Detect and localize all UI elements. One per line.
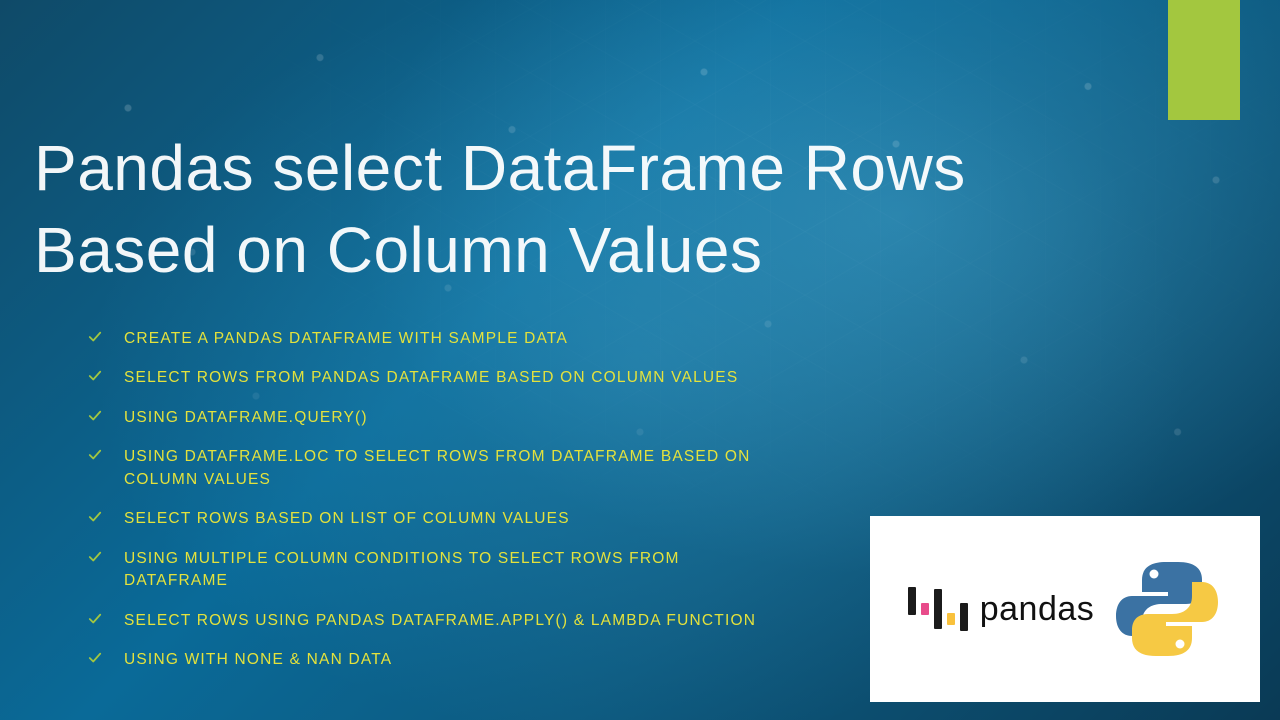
bullet-item: USING DATAFRAME.LOC TO SELECT ROWS FROM …: [88, 446, 908, 491]
checkmark-icon: [88, 550, 104, 566]
title-line-1: Pandas select DataFrame Rows: [34, 132, 966, 204]
accent-bar: [1168, 0, 1240, 120]
bullet-text: USING DATAFRAME.QUERY(): [124, 407, 368, 429]
bullet-text: SELECT ROWS USING PANDAS DATAFRAME.APPLY…: [124, 610, 756, 632]
bullet-item: CREATE A PANDAS DATAFRAME WITH SAMPLE DA…: [88, 328, 908, 350]
checkmark-icon: [88, 510, 104, 526]
checkmark-icon: [88, 409, 104, 425]
bullet-text: USING MULTIPLE COLUMN CONDITIONS TO SELE…: [124, 548, 744, 593]
bullet-text: SELECT ROWS BASED ON LIST OF COLUMN VALU…: [124, 508, 570, 530]
bullet-item: USING MULTIPLE COLUMN CONDITIONS TO SELE…: [88, 548, 908, 593]
bullet-item: USING DATAFRAME.QUERY(): [88, 407, 908, 429]
bullet-list: CREATE A PANDAS DATAFRAME WITH SAMPLE DA…: [88, 328, 908, 689]
logo-card: pandas: [870, 516, 1260, 702]
python-logo-icon: [1112, 554, 1222, 664]
checkmark-icon: [88, 612, 104, 628]
bullet-text: SELECT ROWS FROM PANDAS DATAFRAME BASED …: [124, 367, 738, 389]
bullet-item: USING WITH NONE & NAN DATA: [88, 649, 908, 671]
bullet-text: CREATE A PANDAS DATAFRAME WITH SAMPLE DA…: [124, 328, 568, 350]
bullet-text: USING DATAFRAME.LOC TO SELECT ROWS FROM …: [124, 446, 804, 491]
pandas-logo: pandas: [908, 581, 1095, 637]
pandas-wordmark: pandas: [980, 590, 1095, 629]
checkmark-icon: [88, 448, 104, 464]
checkmark-icon: [88, 651, 104, 667]
checkmark-icon: [88, 330, 104, 346]
pandas-bars-icon: [908, 581, 968, 637]
title-line-2: Based on Column Values: [34, 214, 762, 286]
bullet-text: USING WITH NONE & NAN DATA: [124, 649, 392, 671]
bullet-item: SELECT ROWS BASED ON LIST OF COLUMN VALU…: [88, 508, 908, 530]
bullet-item: SELECT ROWS FROM PANDAS DATAFRAME BASED …: [88, 367, 908, 389]
checkmark-icon: [88, 369, 104, 385]
bullet-item: SELECT ROWS USING PANDAS DATAFRAME.APPLY…: [88, 610, 908, 632]
slide-title: Pandas select DataFrame Rows Based on Co…: [34, 128, 966, 292]
